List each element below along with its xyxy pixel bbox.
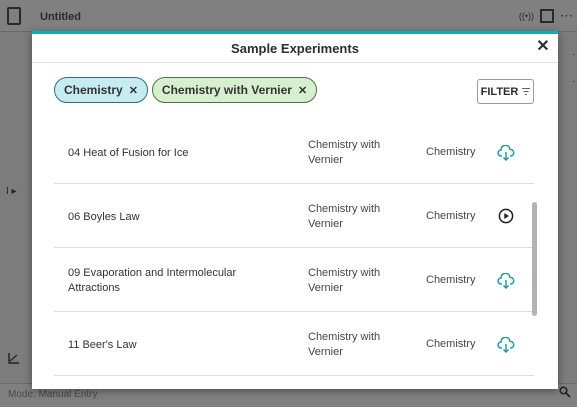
sample-experiments-dialog: Sample Experiments ✕ Chemistry ✕ Chemist… [32, 31, 558, 389]
list-item[interactable]: 06 Boyles Law Chemistry with Vernier Che… [54, 184, 534, 248]
filter-icon [522, 87, 531, 97]
more-icon[interactable]: ⋅ [572, 77, 575, 88]
dialog-header: Sample Experiments ✕ [32, 34, 558, 63]
cloud-download-icon[interactable] [496, 335, 516, 355]
panel-layout-icon[interactable] [540, 9, 554, 23]
cloud-download-icon[interactable] [496, 271, 516, 291]
expand-arrow-icon[interactable]: I ▸ [6, 186, 17, 197]
experiment-name: 04 Heat of Fusion for Ice [68, 147, 189, 159]
connection-icon[interactable]: ((•)) [519, 11, 534, 21]
experiment-source: Chemistry with Vernier [308, 139, 381, 166]
cloud-download-icon[interactable] [496, 143, 516, 163]
document-icon[interactable] [7, 7, 21, 25]
play-circle-icon[interactable] [496, 206, 516, 226]
more-icon[interactable]: ⋅ [572, 50, 575, 61]
graph-icon[interactable] [8, 352, 20, 367]
list-item[interactable]: 04 Heat of Fusion for Ice Chemistry with… [54, 122, 534, 184]
experiment-name: 06 Boyles Law [68, 211, 140, 223]
filter-chips: Chemistry ✕ Chemistry with Vernier ✕ [54, 77, 318, 103]
experiment-list[interactable]: 04 Heat of Fusion for Ice Chemistry with… [54, 122, 550, 380]
more-icon[interactable]: ⋯ [560, 8, 573, 24]
experiment-name: 11 Beer's Law [68, 339, 137, 351]
scrollbar-thumb[interactable] [532, 202, 537, 316]
experiment-subject: Chemistry [426, 146, 476, 158]
experiment-source: Chemistry with Vernier [308, 203, 381, 230]
filter-button[interactable]: FILTER [477, 79, 534, 104]
filter-chip-chemistry-with-vernier[interactable]: Chemistry with Vernier ✕ [151, 77, 318, 103]
list-item[interactable]: 09 Evaporation and Intermolecular Attrac… [54, 248, 534, 312]
remove-icon[interactable]: ✕ [129, 84, 138, 97]
magnify-icon[interactable] [559, 386, 571, 401]
chip-label: Chemistry with Vernier [161, 83, 292, 97]
app-right-icons: ((•)) ⋯ [519, 8, 573, 24]
mode-label: Mode: Manual Entry [8, 389, 98, 400]
remove-icon[interactable]: ✕ [298, 84, 307, 97]
experiment-name: 09 Evaporation and Intermolecular Attrac… [68, 267, 237, 294]
dialog-title: Sample Experiments [231, 41, 359, 56]
experiment-subject: Chemistry [426, 274, 476, 286]
experiment-subject: Chemistry [426, 338, 476, 350]
app-topbar: Untitled ((•)) ⋯ [0, 0, 577, 32]
experiment-subject: Chemistry [426, 210, 476, 222]
chip-label: Chemistry [64, 83, 123, 97]
filter-chip-chemistry[interactable]: Chemistry ✕ [54, 77, 148, 103]
app-title: Untitled [40, 11, 81, 23]
filter-button-label: FILTER [480, 85, 519, 98]
list-fade [54, 376, 536, 389]
experiment-source: Chemistry with Vernier [308, 331, 381, 358]
close-button[interactable]: ✕ [534, 38, 552, 56]
experiment-source: Chemistry with Vernier [308, 267, 381, 294]
list-item[interactable]: 11 Beer's Law Chemistry with Vernier Che… [54, 312, 534, 376]
